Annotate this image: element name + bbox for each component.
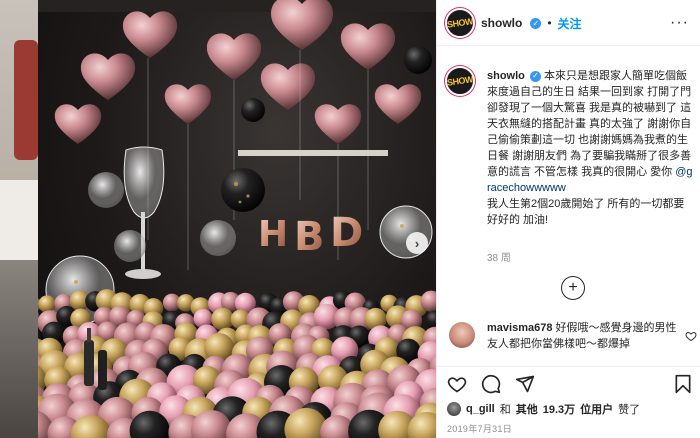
likes-liked-label: 赞了 (618, 404, 641, 416)
commenter-username[interactable]: mavisma678 (487, 322, 552, 334)
chevron-right-icon[interactable] (406, 232, 428, 254)
post-photo[interactable]: H B D (38, 0, 436, 438)
floor-balloon (38, 295, 56, 313)
likes-count[interactable]: 19.3万 (543, 401, 575, 417)
caption-username[interactable]: showlo (487, 70, 525, 82)
letter-balloon-1: H (258, 214, 288, 255)
caption-body-2: 我人生第2個20歲開始了 所有的一切都要好好的 加油! (487, 198, 685, 226)
comment-heart-icon[interactable] (685, 330, 697, 342)
ceiling-balloons (54, 0, 432, 144)
background-floor (0, 260, 40, 438)
likes-users-label[interactable]: 位用户 (580, 401, 613, 417)
caption-text: showlo ✓ 本來只是想跟家人簡單吃個飯來度過自己的生日 結果一回到家 打開… (487, 68, 695, 228)
liker-avatar[interactable] (447, 402, 461, 416)
commenter-avatar[interactable] (449, 322, 475, 348)
letter-balloon-2: B (294, 214, 325, 260)
caption-avatar-logo: SHOW (446, 74, 474, 88)
avatar-logo: SHOW (446, 16, 474, 30)
add-circle-icon[interactable]: + (561, 276, 585, 300)
liker-username[interactable]: q_gill (466, 403, 495, 415)
header-divider (437, 45, 700, 46)
background-red-object (14, 40, 38, 160)
letter-balloon-3: D (330, 210, 363, 256)
balloon-scene: H B D (38, 0, 436, 438)
caption-time-ago: 38 周 (487, 253, 511, 264)
header-dot: • (547, 16, 552, 30)
more-icon[interactable]: ··· (670, 6, 689, 40)
caption-verified-icon: ✓ (529, 70, 541, 82)
author-username[interactable]: showlo (481, 16, 522, 30)
follow-button[interactable]: 关注 (558, 15, 582, 32)
background-light-panel (0, 180, 40, 260)
share-icon[interactable] (515, 374, 535, 394)
floor-balloons (38, 289, 436, 438)
action-bar (447, 372, 693, 398)
heart-icon[interactable] (447, 374, 467, 394)
caption-body: 本來只是想跟家人簡單吃個飯來度過自己的生日 結果一回到家 打開了門 卻發現了一個… (487, 70, 692, 178)
caption-avatar[interactable]: SHOW (445, 66, 475, 96)
comment-icon[interactable] (481, 374, 501, 394)
floor-balloon (211, 307, 234, 331)
letter-balloons: H B D (258, 210, 363, 260)
comment-text: mavisma678 好假哦～感覺身邊的男性友人都把你當佛樣吧～都爆掉 (487, 320, 679, 352)
bookmark-icon[interactable] (673, 374, 693, 394)
likes-row: q_gill 和 其他 19.3万 位用户 赞了 (447, 400, 697, 418)
post-header: SHOW showlo ✓ • 关注 ··· (445, 6, 695, 40)
author-avatar[interactable]: SHOW (445, 8, 475, 38)
post-panel: SHOW showlo ✓ • 关注 ··· SHOW showlo ✓ 本來只… (436, 0, 700, 438)
verified-icon: ✓ (530, 17, 542, 29)
likes-others-label[interactable]: 其他 (516, 401, 538, 417)
actions-divider (437, 366, 700, 367)
likes-and: 和 (499, 404, 511, 416)
post-date: 2019年7月31日 (447, 424, 513, 434)
